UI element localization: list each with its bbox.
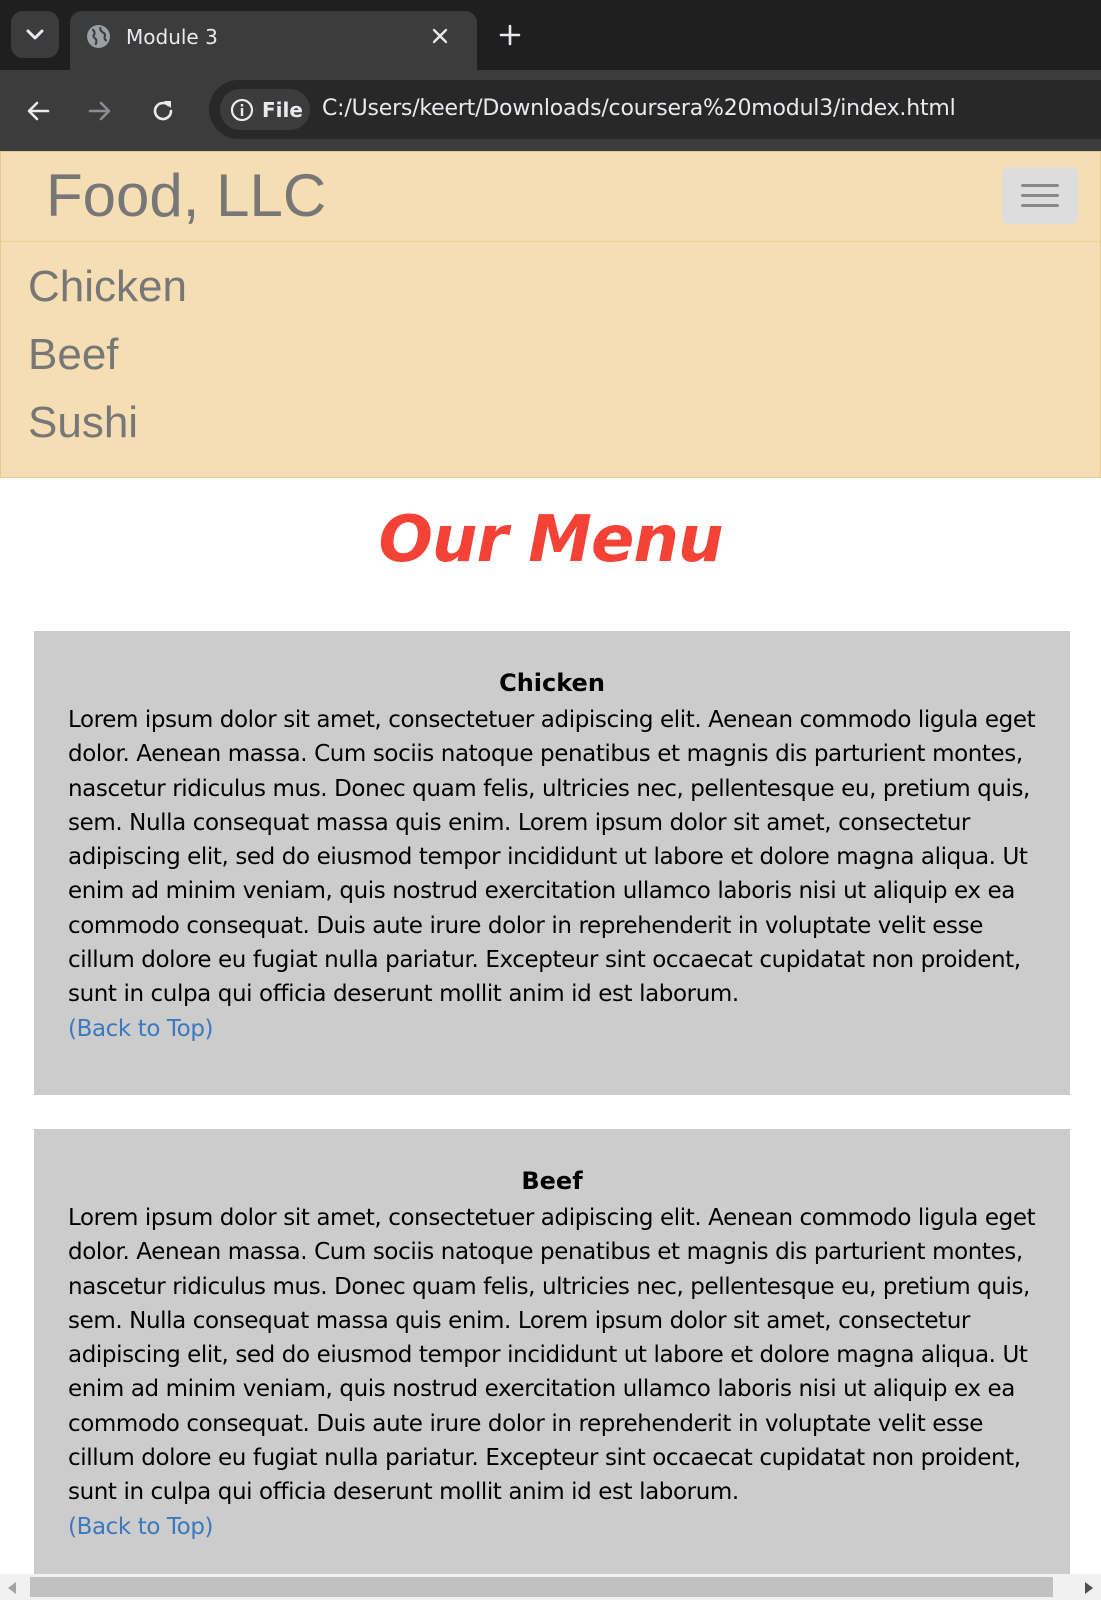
hamburger-bar <box>1021 184 1059 187</box>
menu-section-chicken: Chicken Lorem ipsum dolor sit amet, cons… <box>34 631 1070 1095</box>
page-viewport: Food, LLC Chicken Beef Sushi Our Menu Ch… <box>0 151 1101 1600</box>
globe-icon <box>87 25 110 48</box>
site-info-chip[interactable]: File <box>220 89 310 130</box>
hamburger-bar <box>1021 204 1059 207</box>
address-bar[interactable]: File C:/Users/keert/Downloads/coursera%2… <box>209 80 1101 139</box>
hamburger-bar <box>1021 194 1059 197</box>
url-text[interactable]: C:/Users/keert/Downloads/coursera%20modu… <box>322 96 956 121</box>
chevron-down-icon <box>26 29 44 39</box>
browser-toolbar: File C:/Users/keert/Downloads/coursera%2… <box>0 70 1101 151</box>
tab-module-3[interactable]: Module 3 <box>70 11 477 70</box>
section-heading: Chicken <box>499 669 605 697</box>
reload-icon[interactable] <box>148 96 178 126</box>
tab-title: Module 3 <box>126 25 218 49</box>
nav-link-chicken[interactable]: Chicken <box>28 262 187 312</box>
section-body: Lorem ipsum dolor sit amet, consectetuer… <box>68 1201 1036 1544</box>
scroll-left-arrow-icon[interactable] <box>8 1582 16 1594</box>
tab-search-button[interactable] <box>11 11 59 58</box>
back-to-top-link[interactable]: (Back to Top) <box>68 1514 214 1540</box>
scrollbar-thumb[interactable] <box>30 1577 1053 1597</box>
site-info-label: File <box>262 97 303 122</box>
section-heading: Beef <box>521 1167 583 1195</box>
forward-arrow-icon[interactable] <box>85 96 115 126</box>
section-text: Lorem ipsum dolor sit amet, consectetuer… <box>68 707 1036 1008</box>
info-icon <box>230 98 254 121</box>
back-arrow-icon[interactable] <box>23 96 53 126</box>
section-body: Lorem ipsum dolor sit amet, consectetuer… <box>68 703 1036 1046</box>
close-icon[interactable] <box>428 24 452 48</box>
site-navbar: Food, LLC Chicken Beef Sushi <box>0 151 1101 478</box>
nav-link-sushi[interactable]: Sushi <box>28 398 138 448</box>
page-title: Our Menu <box>378 503 723 577</box>
scroll-right-arrow-icon[interactable] <box>1085 1582 1093 1594</box>
menu-section-beef: Beef Lorem ipsum dolor sit amet, consect… <box>34 1129 1070 1600</box>
navbar-divider <box>1 241 1101 242</box>
nav-link-beef[interactable]: Beef <box>28 330 119 380</box>
tab-strip: Module 3 <box>0 0 1101 70</box>
menu-toggle-button[interactable] <box>1002 167 1078 224</box>
brand-name[interactable]: Food, LLC <box>46 161 326 230</box>
horizontal-scrollbar[interactable] <box>0 1574 1101 1600</box>
section-text: Lorem ipsum dolor sit amet, consectetuer… <box>68 1205 1036 1506</box>
new-tab-plus-icon[interactable] <box>496 21 524 49</box>
back-to-top-link[interactable]: (Back to Top) <box>68 1016 214 1042</box>
